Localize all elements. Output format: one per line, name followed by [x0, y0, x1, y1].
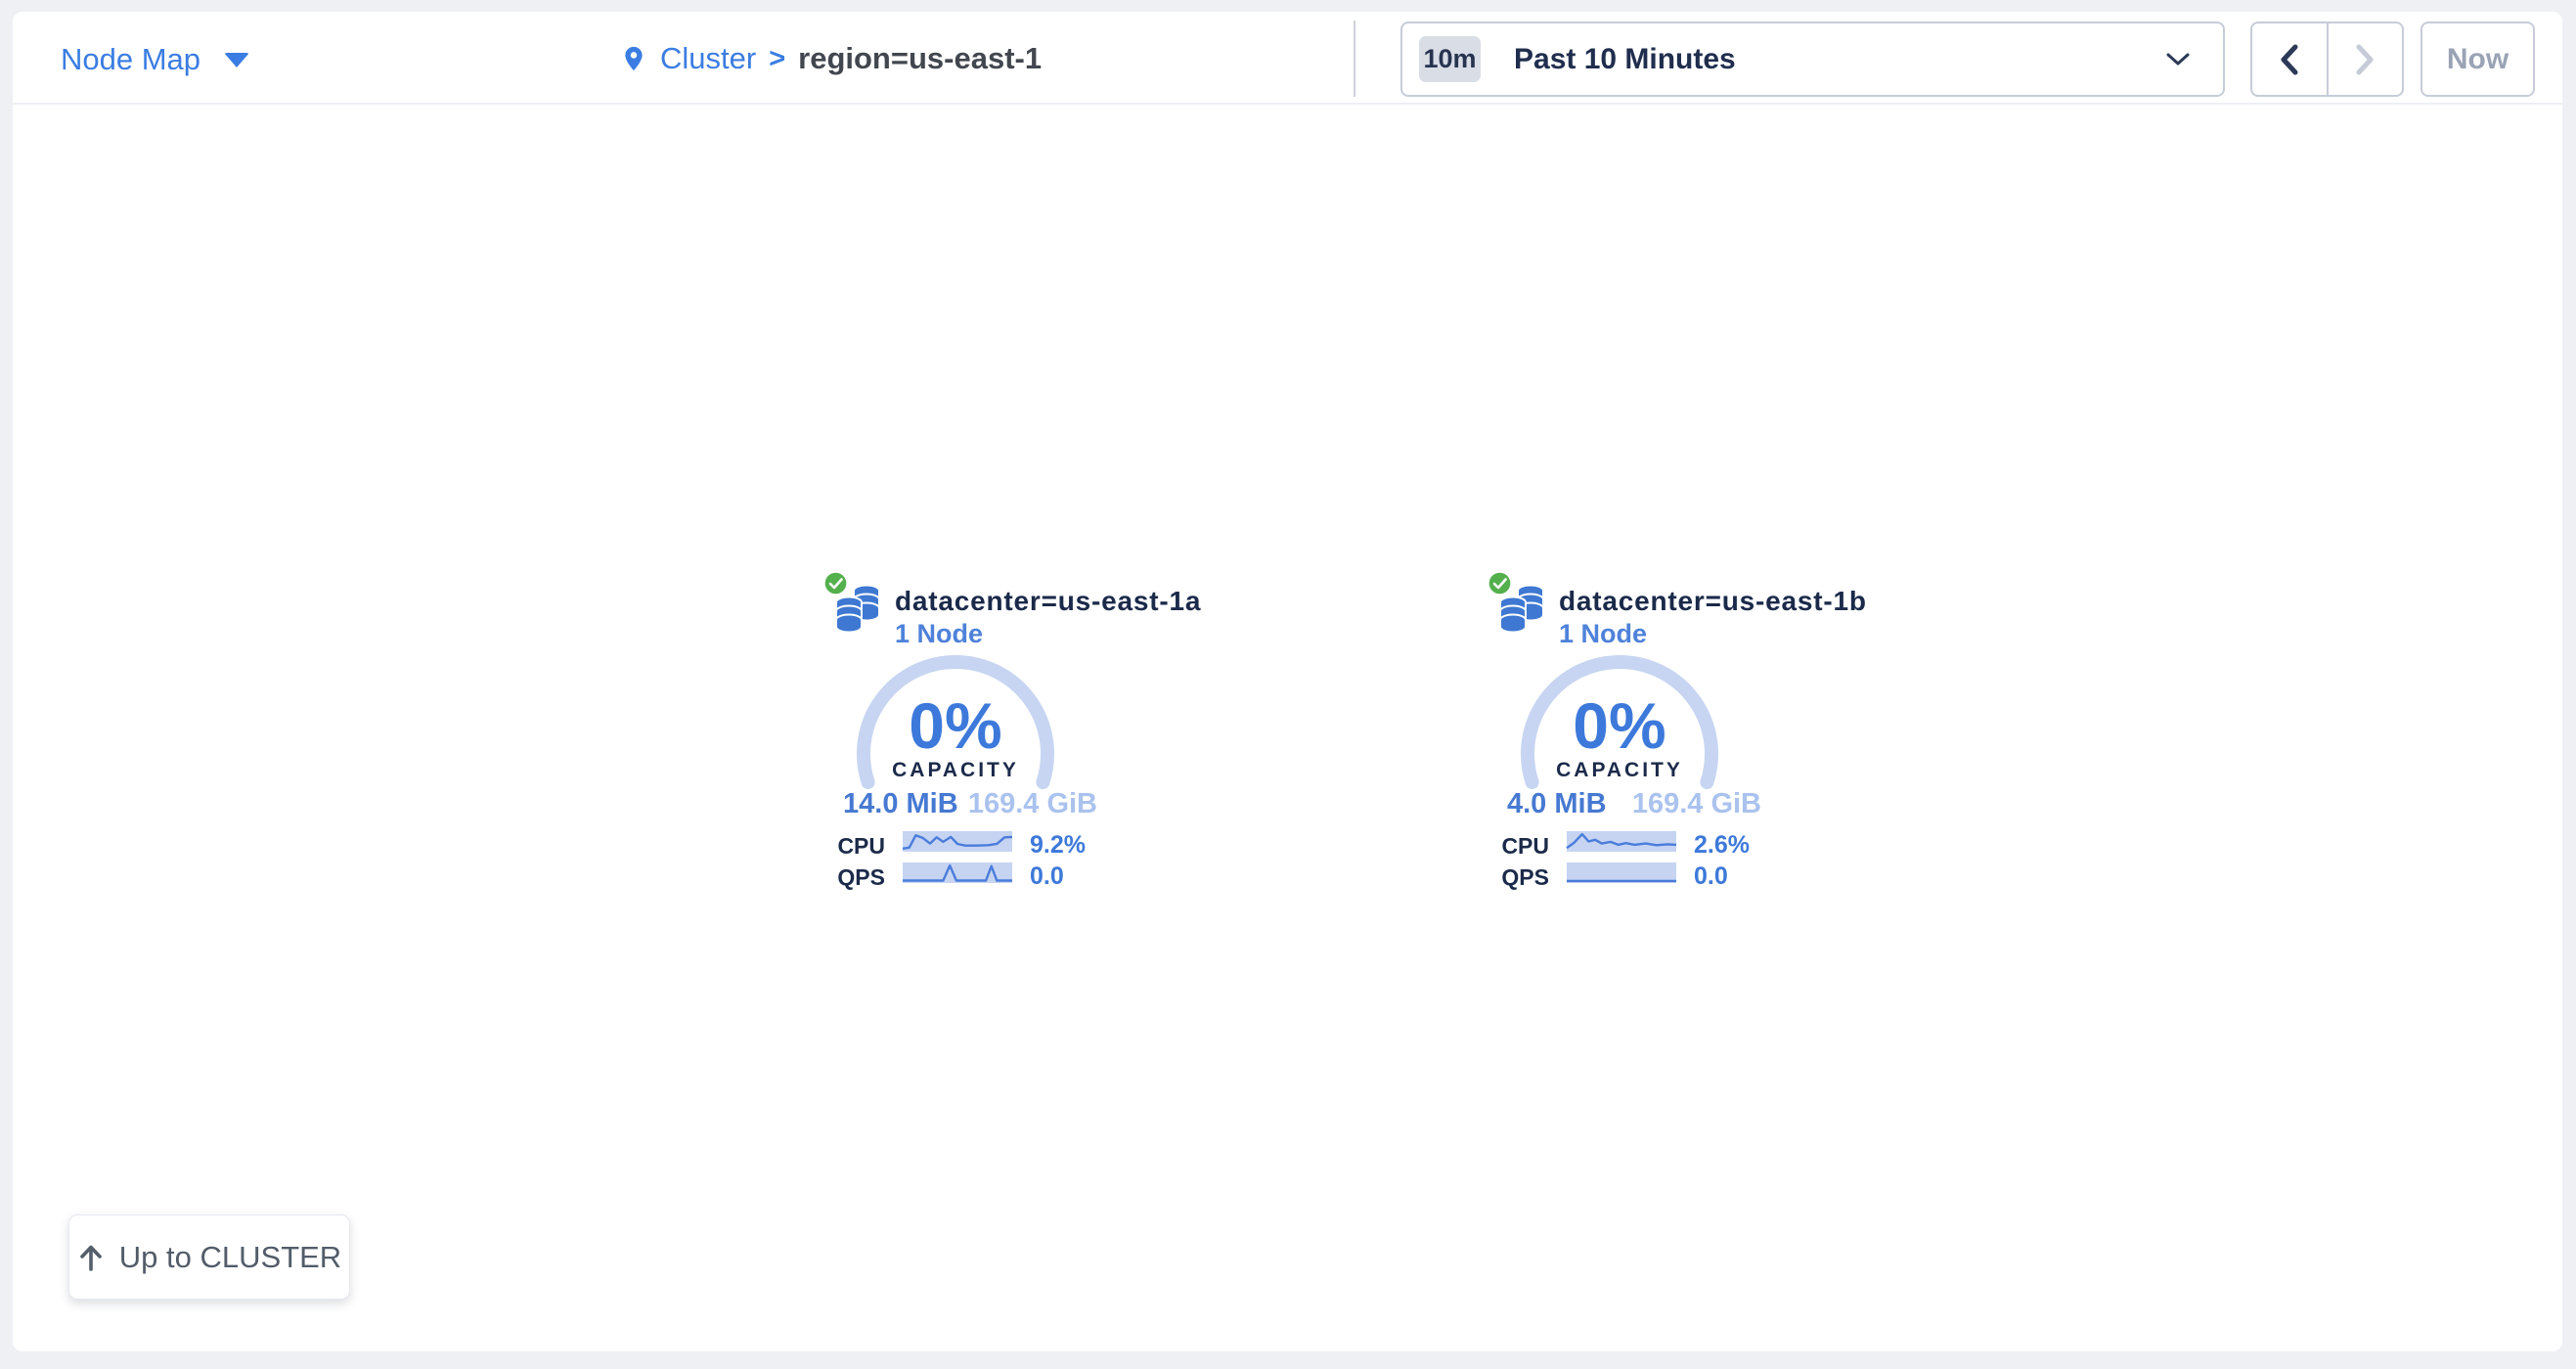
capacity-usage-row: 14.0 MiB 169.4 GiB	[843, 788, 1097, 820]
sparkline-chart	[903, 862, 1012, 883]
chevron-right-icon	[2354, 43, 2376, 76]
healthy-check-icon	[822, 570, 849, 596]
view-selector-dropdown[interactable]: Node Map	[61, 39, 249, 80]
stat-value: 2.6%	[1694, 831, 1750, 860]
caret-down-icon	[224, 53, 249, 67]
locality-node-count-link[interactable]: 1 Node	[1559, 619, 1647, 649]
stat-value: 0.0	[1030, 862, 1064, 891]
time-nav-group	[2250, 22, 2404, 97]
sparkline-chart	[1567, 831, 1676, 852]
capacity-percentage: 0%	[848, 693, 1063, 758]
sparkline-chart	[903, 831, 1012, 852]
stat-label: CPU	[824, 833, 885, 860]
healthy-check-icon	[1487, 570, 1513, 596]
chevron-left-icon	[2279, 43, 2300, 76]
stat-label: CPU	[1488, 833, 1549, 860]
sparkline-chart	[1567, 862, 1676, 883]
location-pin-icon	[620, 42, 647, 75]
chevron-down-icon	[2166, 53, 2190, 66]
capacity-label: CAPACITY	[848, 759, 1063, 782]
arrow-up-icon	[77, 1243, 105, 1272]
stat-value: 0.0	[1694, 862, 1728, 891]
main-panel	[13, 12, 2562, 1351]
capacity-used-value: 14.0 MiB	[843, 788, 958, 820]
stat-label: QPS	[1488, 864, 1549, 891]
breadcrumb-separator: >	[769, 43, 785, 75]
time-window-label: Past 10 Minutes	[1514, 43, 2166, 76]
capacity-used-value: 4.0 MiB	[1507, 788, 1607, 820]
breadcrumb-cluster-link[interactable]: Cluster	[660, 41, 756, 76]
up-to-cluster-button[interactable]: Up to CLUSTER	[68, 1214, 350, 1300]
node-map-page: Node Map Cluster > region=us-east-1 10m …	[0, 0, 2576, 1369]
view-selector-label: Node Map	[61, 42, 200, 77]
capacity-total-value: 169.4 GiB	[968, 788, 1097, 820]
time-prev-button[interactable]	[2252, 23, 2329, 95]
header-divider	[13, 103, 2562, 105]
locality-node-count-link[interactable]: 1 Node	[895, 619, 983, 649]
time-next-button[interactable]	[2329, 23, 2403, 95]
now-button[interactable]: Now	[2421, 22, 2535, 97]
capacity-percentage: 0%	[1512, 693, 1727, 758]
stat-value: 9.2%	[1030, 831, 1086, 860]
breadcrumb-current: region=us-east-1	[798, 41, 1042, 76]
time-window-dropdown[interactable]: 10m Past 10 Minutes	[1400, 22, 2225, 97]
header-vertical-divider	[1354, 21, 1355, 97]
locality-title: datacenter=us-east-1a	[895, 586, 1201, 617]
capacity-usage-row: 4.0 MiB 169.4 GiB	[1507, 788, 1761, 820]
capacity-label: CAPACITY	[1512, 759, 1727, 782]
locality-title: datacenter=us-east-1b	[1559, 586, 1867, 617]
capacity-total-value: 169.4 GiB	[1632, 788, 1761, 820]
up-to-cluster-label: Up to CLUSTER	[119, 1240, 341, 1275]
stat-label: QPS	[824, 864, 885, 891]
breadcrumb: Cluster > region=us-east-1	[620, 37, 1042, 80]
time-window-badge: 10m	[1419, 36, 1481, 82]
